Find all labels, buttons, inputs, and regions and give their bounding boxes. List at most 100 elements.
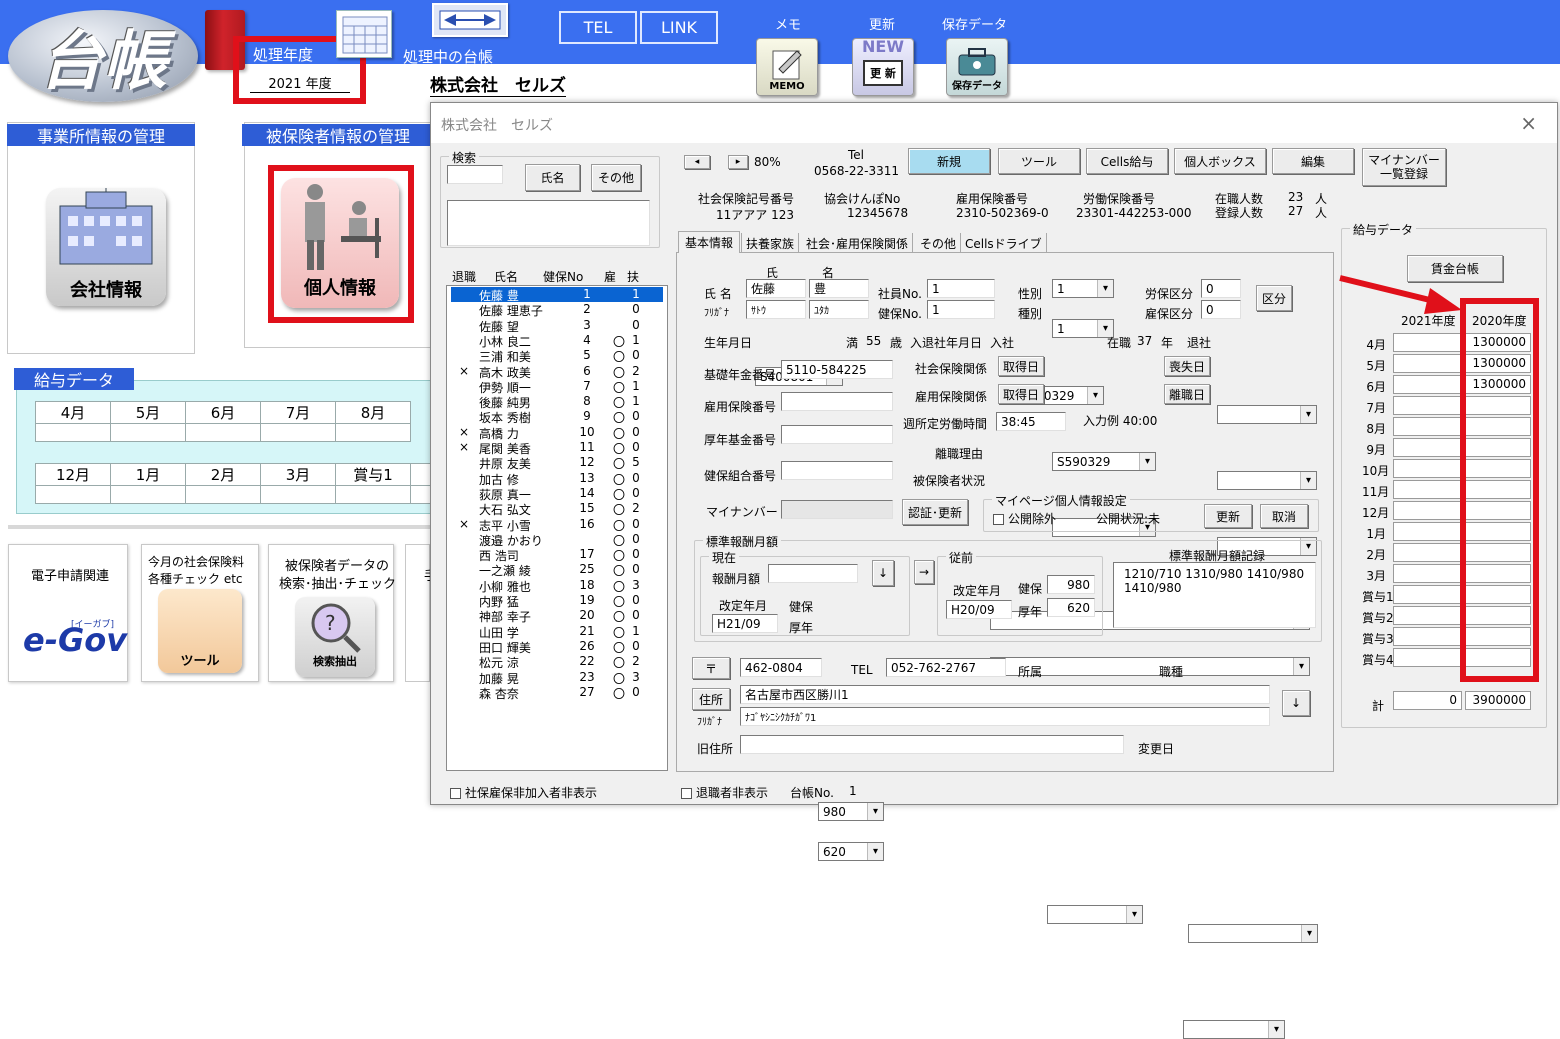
sex-select[interactable]: 1 [1052, 279, 1114, 298]
employee-row[interactable]: 渡邉 かおり〇 0 [451, 532, 663, 548]
employee-row[interactable]: 伊勢 順一 7 〇 1 [451, 379, 663, 395]
prev-kenpo-input[interactable]: 980 [1047, 575, 1095, 594]
cells-salary-button[interactable]: Cells給与 [1086, 148, 1168, 174]
zoom-in-button[interactable]: ▸ [728, 155, 748, 169]
employee-row[interactable]: 田口 輝美 26 〇 0 [451, 639, 663, 655]
salary-2021-cell[interactable] [1393, 648, 1462, 667]
type-select[interactable]: 1 [1052, 319, 1114, 338]
salary-2021-cell[interactable] [1393, 585, 1462, 604]
tool-button[interactable]: ツール [158, 589, 242, 673]
tab-other[interactable]: その他 [916, 233, 962, 253]
address-input[interactable]: 名古屋市西区勝川1 [740, 685, 1270, 704]
salary-2021-cell[interactable] [1393, 375, 1462, 394]
employee-row[interactable]: 西 浩司 17 〇 0 [451, 547, 663, 563]
kosei-select[interactable]: 620 [818, 842, 884, 861]
kubun-button[interactable]: 区分 [1256, 285, 1292, 311]
salary-2021-cell[interactable] [1393, 627, 1462, 646]
mynumber-input[interactable] [781, 500, 893, 519]
employee-row[interactable]: 加古 修 13 〇 0 [451, 471, 663, 487]
search-input[interactable] [447, 165, 503, 184]
old-address-input[interactable] [740, 735, 1124, 754]
employee-row[interactable]: 坂本 秀樹 9 〇 0 [451, 409, 663, 425]
zoom-out-button[interactable]: ◂ [684, 155, 710, 169]
employee-row[interactable]: 神部 幸子 20 〇 0 [451, 608, 663, 624]
employee-row[interactable]: 荻原 真一 14 〇 0 [451, 486, 663, 502]
salary-2021-cell[interactable] [1393, 606, 1462, 625]
mei-input[interactable]: 豊 [809, 279, 869, 298]
change-date-select[interactable] [1183, 1020, 1285, 1039]
koyo-leave-button[interactable]: 離職日 [1164, 384, 1210, 404]
retire-select[interactable] [1217, 405, 1317, 424]
switch-ledger-icon[interactable] [432, 3, 508, 37]
address-kana-input[interactable]: ﾅｺﾞﾔｼﾆｼｸｶﾁｶﾞﾜ1 [740, 707, 1270, 726]
salary-2021-cell[interactable] [1393, 333, 1462, 352]
employee-row[interactable]: × 志平 小雪 16 〇 0 [451, 517, 663, 533]
salary-2021-cell[interactable] [1393, 459, 1462, 478]
salary-2021-cell[interactable] [1393, 396, 1462, 415]
employee-row[interactable]: 佐藤 望30 [451, 318, 663, 334]
link-button[interactable]: LINK [640, 11, 718, 44]
update-button[interactable]: NEW 更 新 [852, 37, 914, 96]
salary-2021-cell[interactable] [1393, 522, 1462, 541]
hide-uninsured-checkbox[interactable]: 社保雇保非加入者非表示 [450, 784, 597, 801]
salary-2021-cell[interactable] [1393, 354, 1462, 373]
salary-2021-cell[interactable] [1393, 438, 1462, 457]
search-by-name-button[interactable]: 氏名 [525, 164, 580, 191]
zip-input[interactable]: 462-0804 [740, 658, 822, 677]
employee-row[interactable]: 内野 猛 19 〇 0 [451, 593, 663, 609]
rouho-input[interactable]: 0 [1201, 279, 1241, 298]
employee-row[interactable]: 佐藤 豊11 [451, 287, 663, 303]
company-info-button[interactable]: 会社情報 [46, 188, 166, 306]
copy-right-button[interactable]: → [914, 560, 934, 584]
employee-row[interactable]: 松元 涼 22 〇 2 [451, 654, 663, 670]
myportal-update-button[interactable]: 更新 [1204, 504, 1252, 528]
employee-row[interactable]: 井原 友美 12 〇 5 [451, 455, 663, 471]
employee-row[interactable]: 三浦 和美 5 〇 0 [451, 348, 663, 364]
search-results-box[interactable] [447, 200, 650, 246]
kenpo-no-input[interactable]: 1 [927, 300, 995, 319]
job-select[interactable] [1188, 924, 1318, 943]
monthly-input[interactable] [768, 564, 858, 583]
dept-select[interactable] [1047, 905, 1143, 924]
address-button[interactable]: 住所 [692, 688, 730, 710]
employee-row[interactable]: 加藤 晃 23 〇 3 [451, 670, 663, 686]
memo-button[interactable]: MEMO [756, 38, 818, 96]
employee-row[interactable]: × 高木 政美 6 〇 2 [451, 364, 663, 380]
employee-row[interactable]: × 尾関 美香 11 〇 0 [451, 440, 663, 456]
auth-update-button[interactable]: 認証･更新 [902, 499, 968, 525]
pension-input[interactable]: 5110-584225 [781, 360, 893, 379]
tool-menu-button[interactable]: ツール [998, 148, 1080, 174]
save-data-button[interactable]: 保存データ [946, 38, 1008, 96]
kumiai-no-input[interactable] [781, 461, 893, 480]
salary-2021-cell[interactable] [1393, 480, 1462, 499]
employee-row[interactable]: × 高橋 力 10 〇 0 [451, 425, 663, 441]
revised-input[interactable]: H21/09 [712, 614, 778, 633]
shaho-acquire-button[interactable]: 取得日 [998, 356, 1044, 376]
salary-2021-cell[interactable] [1393, 564, 1462, 583]
mei-kana-input[interactable]: ﾕﾀｶ [809, 300, 869, 319]
tab-cells-drive[interactable]: Cellsドライブ [961, 233, 1047, 253]
tab-dependents[interactable]: 扶養家族 [741, 233, 800, 253]
emp-no-input[interactable]: 1 [927, 279, 995, 298]
tab-insurance[interactable]: 社会･雇用保険関係 [802, 233, 914, 253]
zip-button[interactable]: 〒 [692, 657, 730, 679]
employee-row[interactable]: 佐藤 理恵子 2 0 [451, 302, 663, 318]
hide-retired-checkbox[interactable]: 退職者非表示 [681, 784, 768, 801]
employee-row[interactable]: 後藤 純男 8 〇 1 [451, 394, 663, 410]
prev-kosei-input[interactable]: 620 [1047, 598, 1095, 617]
employee-row[interactable]: 森 杏奈 27 〇 0 [451, 685, 663, 701]
employee-row[interactable]: 大石 弘文 15 〇 2 [451, 501, 663, 517]
weekly-hours-input[interactable]: 38:45 [996, 412, 1066, 431]
shaho-lose-button[interactable]: 喪失日 [1164, 356, 1210, 376]
salary-2021-cell[interactable] [1393, 417, 1462, 436]
personal-info-button[interactable]: 個人情報 [281, 178, 399, 308]
koyo-acquire-button[interactable]: 取得日 [998, 384, 1044, 404]
new-button[interactable]: 新規 [908, 148, 990, 174]
personal-box-button[interactable]: 個人ボックス [1174, 148, 1266, 174]
employee-row[interactable]: 小柳 雅也 18 〇 3 [451, 578, 663, 594]
record-box[interactable]: 1210/710 1310/980 1410/980 1410/980 [1113, 562, 1316, 628]
mynumber-list-button[interactable]: マイナンバー 一覧登録 [1362, 148, 1446, 186]
shaho-acquire-select[interactable]: S590329 [1052, 452, 1156, 471]
edit-button[interactable]: 編集 [1272, 148, 1354, 174]
shaho-lose-select[interactable] [1217, 471, 1317, 490]
